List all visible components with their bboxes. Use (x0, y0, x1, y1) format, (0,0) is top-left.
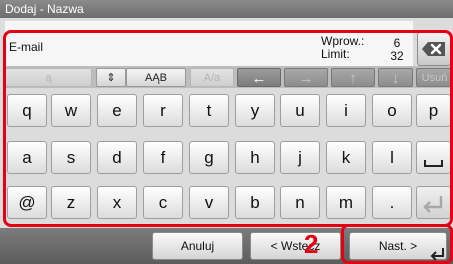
key-i[interactable]: i (326, 94, 366, 127)
backspace-button[interactable] (417, 32, 451, 66)
key-k[interactable]: k (326, 141, 366, 174)
space-key[interactable] (416, 141, 451, 174)
cursor-down-button[interactable]: ↓ (378, 68, 413, 87)
key-s[interactable]: s (51, 141, 91, 174)
arrow-up-icon: ↑ (349, 70, 357, 87)
enter-key[interactable] (416, 186, 451, 219)
counter-labels: Wprow.: Limit: (321, 35, 364, 61)
arrow-down-icon: ↓ (391, 70, 400, 87)
key-o[interactable]: o (372, 94, 412, 127)
key-r[interactable]: r (143, 94, 183, 127)
arrow-left-icon: ← (251, 70, 267, 87)
window-title: Dodaj - Nazwa (0, 0, 453, 18)
key-w[interactable]: w (51, 94, 91, 127)
charset-button[interactable]: AĄB (126, 68, 186, 87)
arrow-right-icon: → (298, 70, 314, 87)
swap-icon: ⇕ (106, 72, 116, 84)
accent-chars-button[interactable]: ą (5, 68, 92, 87)
key-z[interactable]: z (51, 186, 91, 219)
key-b[interactable]: b (235, 186, 275, 219)
key-p[interactable]: p (416, 94, 451, 127)
key-c[interactable]: c (143, 186, 183, 219)
delete-label: Usuń (421, 72, 448, 84)
enter-icon (423, 196, 443, 213)
space-icon (424, 160, 443, 167)
key-m[interactable]: m (326, 186, 366, 219)
case-toggle-label: A/a (203, 72, 221, 84)
step-callout-number: 2 (304, 229, 319, 259)
cursor-up-button[interactable]: ↑ (331, 68, 375, 87)
field-label: E-mail (9, 40, 44, 54)
enter-icon (430, 248, 444, 261)
key-f[interactable]: f (143, 141, 183, 174)
counter-values: 6 32 (386, 37, 408, 63)
key-g[interactable]: g (189, 141, 229, 174)
key-u[interactable]: u (280, 94, 320, 127)
key-q[interactable]: q (7, 94, 47, 127)
key-a[interactable]: a (7, 141, 47, 174)
back-button[interactable]: < Wstecz (250, 232, 341, 260)
accent-label: ą (45, 72, 52, 84)
cancel-button[interactable]: Anuluj (152, 232, 243, 260)
next-label: Nast. > (378, 239, 418, 253)
backspace-icon (422, 42, 445, 56)
key-e[interactable]: e (97, 94, 137, 127)
key-v[interactable]: v (189, 186, 229, 219)
charset-label: AĄB (144, 72, 167, 84)
cursor-right-button[interactable]: → (284, 68, 328, 87)
key-d[interactable]: d (97, 141, 137, 174)
key-j[interactable]: j (280, 141, 320, 174)
key-l[interactable]: l (372, 141, 412, 174)
key-x[interactable]: x (97, 186, 137, 219)
key-y[interactable]: y (235, 94, 275, 127)
key-n[interactable]: n (280, 186, 320, 219)
limit-label: Limit: (321, 47, 350, 61)
limit-count: 32 (390, 49, 404, 63)
case-cycle-button[interactable]: ⇕ (96, 68, 126, 87)
next-button[interactable]: Nast. > (349, 232, 447, 261)
key-at[interactable]: @ (7, 186, 47, 219)
key-period[interactable]: . (372, 186, 412, 219)
delete-button[interactable]: Usuń (416, 68, 453, 87)
case-toggle-button[interactable]: A/a (190, 68, 234, 87)
key-t[interactable]: t (189, 94, 229, 127)
cursor-left-button[interactable]: ← (237, 68, 281, 87)
key-h[interactable]: h (235, 141, 275, 174)
